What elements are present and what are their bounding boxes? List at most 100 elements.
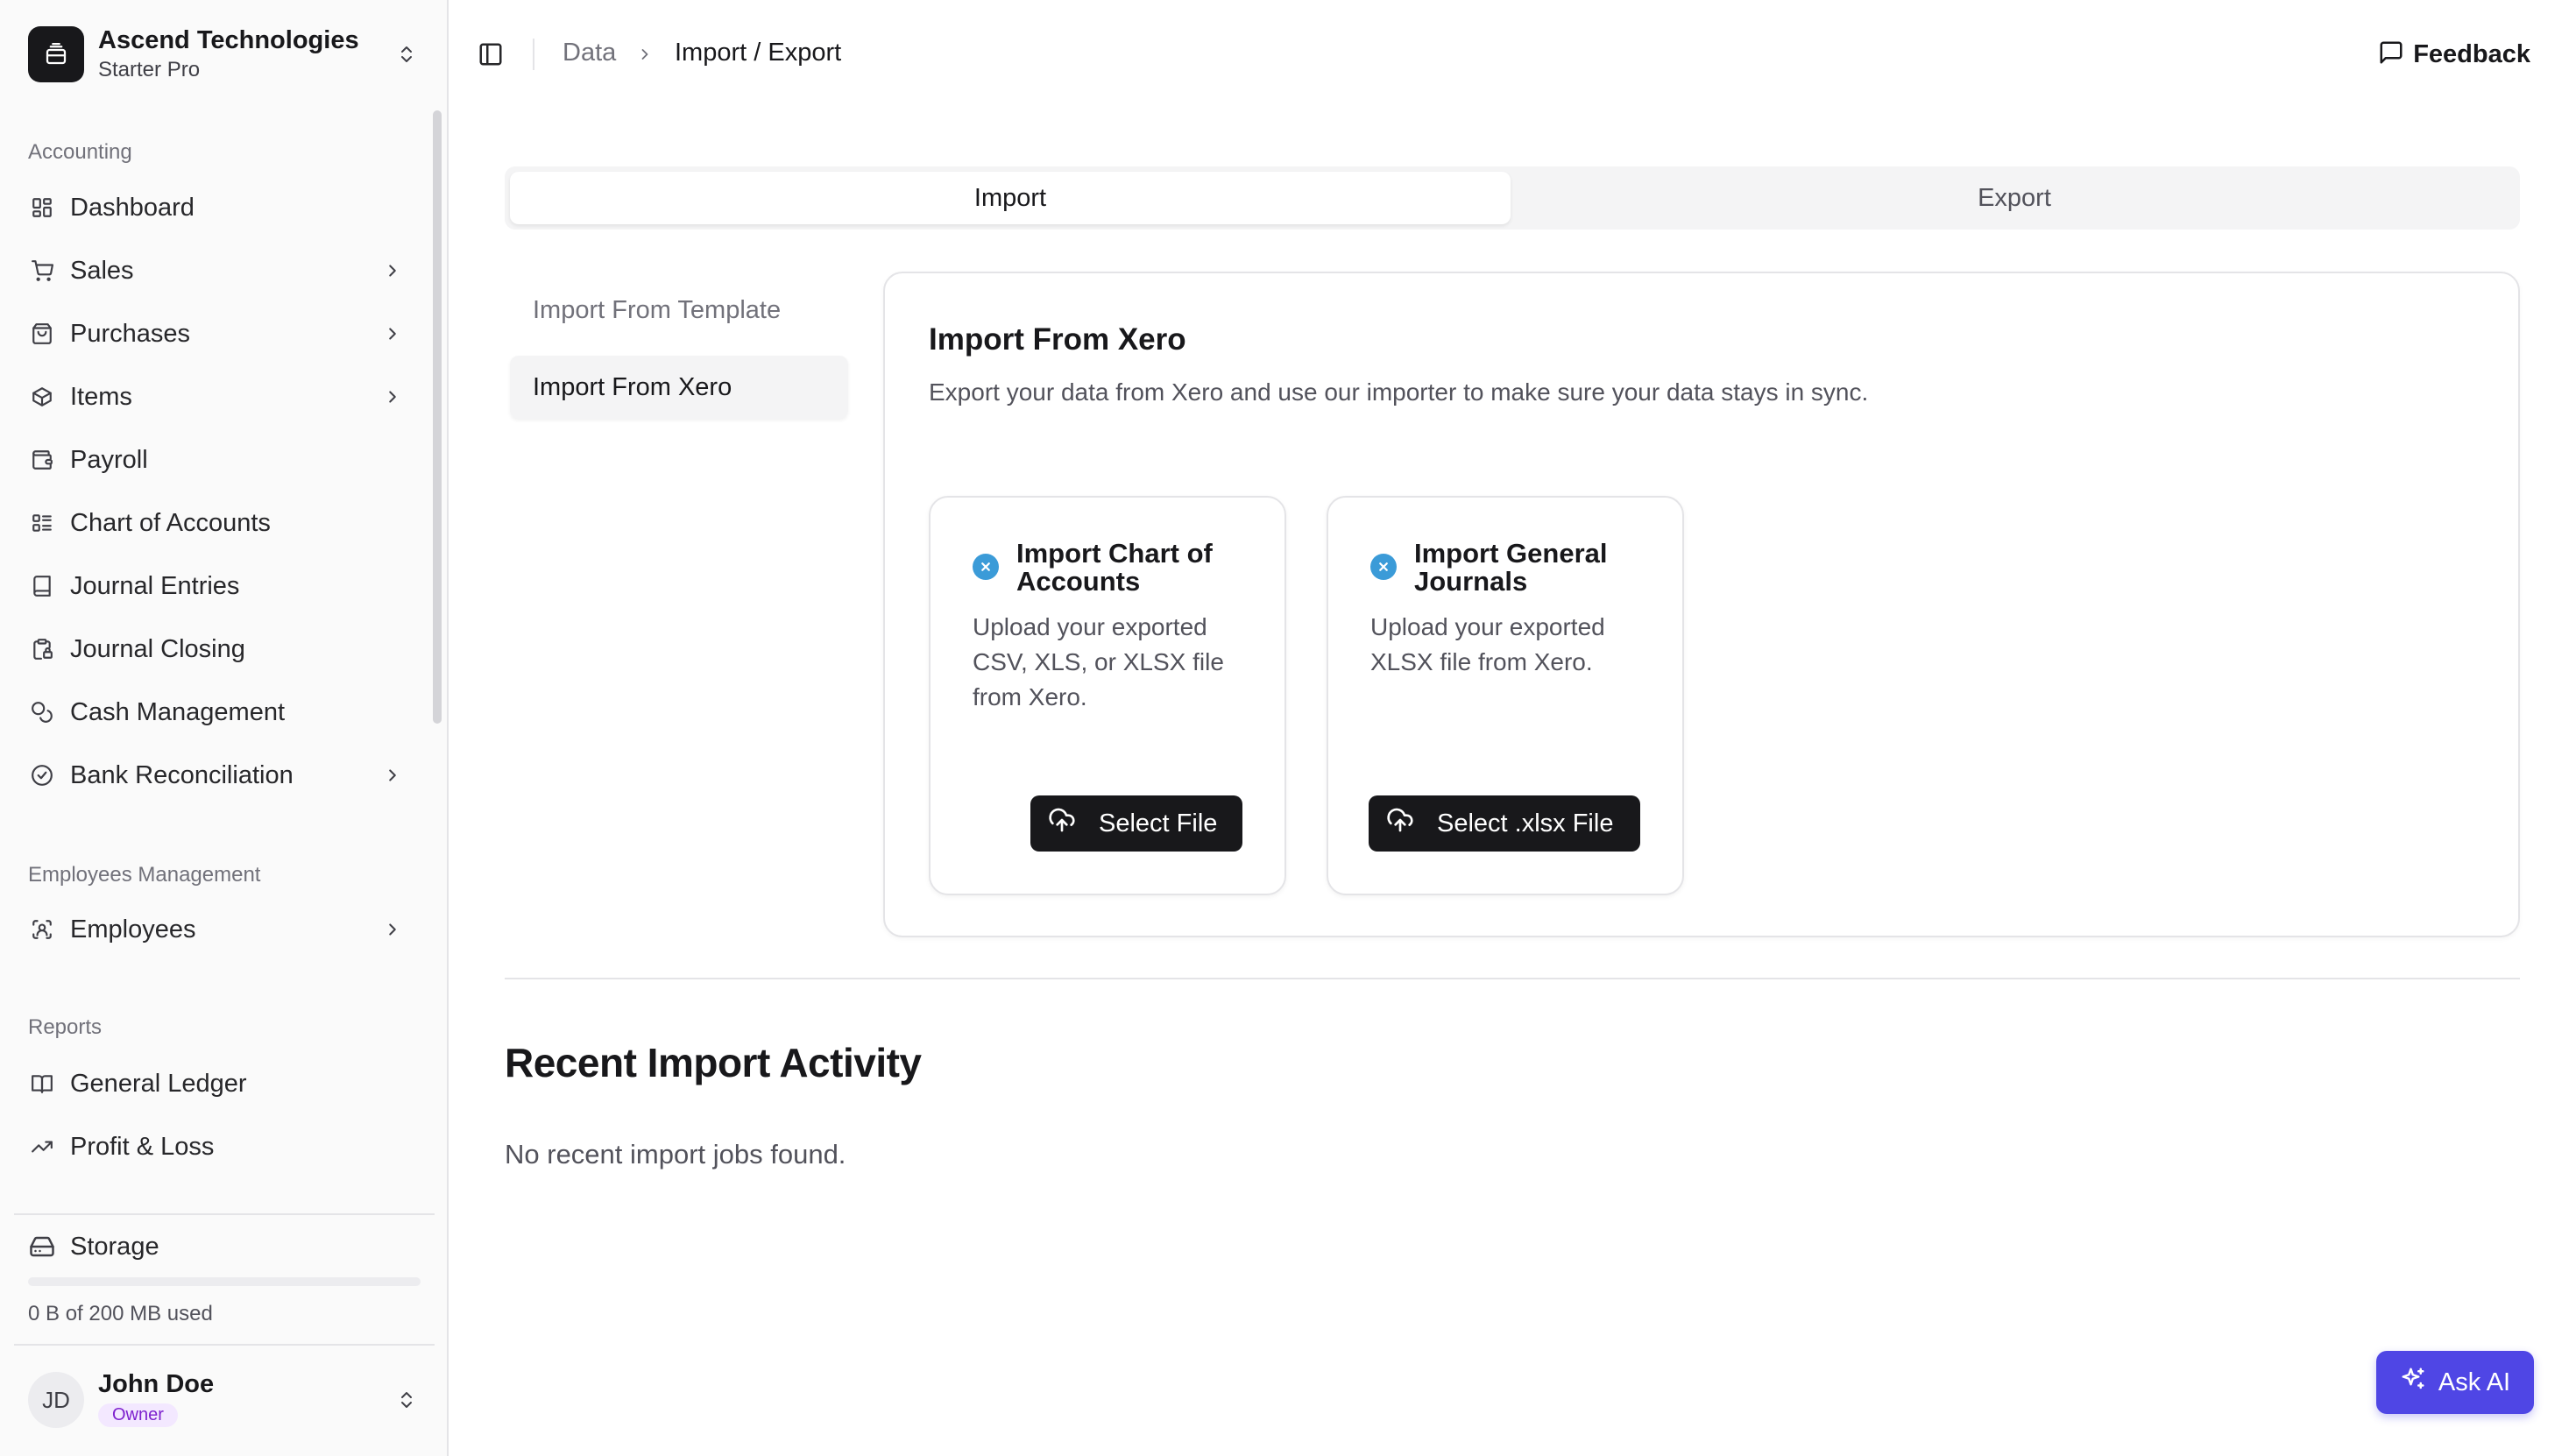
- card-title: Import General Journals: [1414, 538, 1608, 597]
- chevron-right-icon: [379, 257, 407, 285]
- select-file-button[interactable]: Select File: [1030, 795, 1242, 852]
- divider: [14, 1213, 435, 1215]
- sidebar-item-label: Items: [70, 382, 132, 411]
- storage-label: Storage: [70, 1232, 159, 1261]
- xero-icon: [1370, 554, 1397, 580]
- storage-item[interactable]: Storage: [14, 1220, 414, 1273]
- card-description: Upload your exported CSV, XLS, or XLSX f…: [973, 613, 1224, 710]
- book-icon: [28, 572, 56, 600]
- section-label-employees-management: Employees Management: [28, 863, 261, 887]
- coins-icon: [28, 698, 56, 726]
- sidebar-item-cash-management[interactable]: Cash Management: [14, 686, 414, 739]
- sidebar-item-label: General Ledger: [70, 1069, 247, 1098]
- sidebar-item-general-ledger[interactable]: General Ledger: [14, 1057, 414, 1110]
- dashboard-icon: [28, 194, 56, 222]
- tab-export[interactable]: Export: [1514, 172, 2515, 224]
- sidebar-item-chart-of-accounts[interactable]: Chart of Accounts: [14, 497, 414, 549]
- subnav-import-from-template[interactable]: Import From Template: [510, 279, 848, 342]
- wallet-icon: [28, 446, 56, 474]
- recent-empty-state: No recent import jobs found.: [505, 1139, 846, 1170]
- sidebar: Ascend Technologies Starter Pro Accounti…: [0, 0, 449, 1456]
- sidebar-item-label: Chart of Accounts: [70, 508, 271, 537]
- sidebar-item-label: Journal Entries: [70, 571, 240, 600]
- package-icon: [28, 383, 56, 411]
- sidebar-item-label: Journal Closing: [70, 634, 245, 663]
- panel-description: Export your data from Xero and use our i…: [929, 378, 1869, 406]
- chevron-right-icon: [379, 915, 407, 944]
- sidebar-item-employees[interactable]: Employees: [14, 903, 414, 956]
- section-label-accounting: Accounting: [28, 140, 132, 164]
- card-description: Upload your exported XLSX file from Xero…: [1370, 613, 1605, 675]
- sidebar-item-label: Dashboard: [70, 193, 195, 222]
- sidebar-toggle-icon[interactable]: [475, 39, 506, 70]
- card-title: Import Chart of Accounts: [1016, 538, 1213, 597]
- import-export-tabs: Import Export: [505, 166, 2520, 230]
- divider: [14, 1344, 435, 1346]
- user-menu[interactable]: JD John Doe Owner: [28, 1370, 421, 1430]
- sidebar-item-purchases[interactable]: Purchases: [14, 307, 414, 360]
- sidebar-item-label: Bank Reconciliation: [70, 760, 294, 789]
- cart-icon: [28, 257, 56, 285]
- chevron-right-icon: [379, 320, 407, 348]
- sidebar-item-sales[interactable]: Sales: [14, 244, 414, 297]
- import-chart-of-accounts-card: Import Chart of Accounts Upload your exp…: [929, 496, 1286, 895]
- user-name: John Doe: [98, 1370, 215, 1398]
- select-xlsx-file-button[interactable]: Select .xlsx File: [1369, 795, 1640, 852]
- panel-title: Import From Xero: [929, 322, 1186, 357]
- subnav-import-from-xero[interactable]: Import From Xero: [510, 356, 848, 419]
- storage-progress-bar: [28, 1277, 421, 1286]
- import-general-journals-card: Import General Journals Upload your expo…: [1327, 496, 1684, 895]
- breadcrumb-item-data[interactable]: Data: [563, 39, 616, 67]
- sidebar-item-items[interactable]: Items: [14, 371, 414, 423]
- ask-ai-button[interactable]: Ask AI: [2376, 1351, 2534, 1414]
- sparkles-icon: [2400, 1366, 2426, 1399]
- select-xlsx-file-label: Select .xlsx File: [1437, 809, 1614, 838]
- sidebar-item-label: Sales: [70, 256, 134, 285]
- sidebar-item-label: Payroll: [70, 445, 148, 474]
- cloud-upload-icon: [1048, 806, 1076, 841]
- org-plan: Starter Pro: [98, 58, 201, 81]
- hard-drive-icon: [28, 1233, 56, 1261]
- shopping-bag-icon: [28, 320, 56, 348]
- ledger-icon: [28, 1070, 56, 1098]
- sidebar-scrollbar[interactable]: [433, 110, 442, 724]
- sidebar-item-label: Cash Management: [70, 697, 286, 726]
- sidebar-item-bank-reconciliation[interactable]: Bank Reconciliation: [14, 749, 414, 802]
- trending-up-icon: [28, 1133, 56, 1161]
- chevron-right-icon: [379, 383, 407, 411]
- scan-user-icon: [28, 915, 56, 944]
- recent-import-activity-heading: Recent Import Activity: [505, 1040, 922, 1085]
- sidebar-item-label: Purchases: [70, 319, 191, 348]
- sidebar-item-journal-entries[interactable]: Journal Entries: [14, 560, 414, 612]
- header-divider: [533, 39, 534, 70]
- org-switcher[interactable]: Ascend Technologies Starter Pro: [28, 25, 421, 84]
- chevrons-up-down-icon[interactable]: [393, 40, 421, 68]
- avatar: JD: [28, 1372, 84, 1428]
- user-role-badge: Owner: [98, 1403, 178, 1427]
- list-icon: [28, 509, 56, 537]
- top-header: Data Import / Export Feedback: [449, 0, 2576, 109]
- import-from-xero-panel: Import From Xero Export your data from X…: [883, 272, 2520, 937]
- sidebar-item-label: Employees: [70, 915, 196, 944]
- feedback-button[interactable]: Feedback: [2378, 35, 2530, 74]
- org-name: Ascend Technologies: [98, 26, 359, 54]
- feedback-label: Feedback: [2413, 39, 2530, 68]
- tab-import[interactable]: Import: [510, 172, 1511, 224]
- sidebar-item-profit-loss[interactable]: Profit & Loss: [14, 1120, 414, 1173]
- sidebar-item-payroll[interactable]: Payroll: [14, 434, 414, 486]
- select-file-label: Select File: [1099, 809, 1218, 838]
- org-logo-icon: [28, 26, 84, 82]
- section-label-reports: Reports: [28, 1015, 103, 1039]
- breadcrumb-item-current: Import / Export: [675, 39, 842, 67]
- chevron-right-icon: [379, 761, 407, 789]
- sidebar-item-label: Profit & Loss: [70, 1132, 215, 1161]
- ask-ai-label: Ask AI: [2438, 1368, 2511, 1396]
- cloud-upload-icon: [1386, 806, 1414, 841]
- storage-used-text: 0 B of 200 MB used: [28, 1302, 213, 1325]
- chevron-right-icon: [633, 42, 657, 67]
- clipboard-lock-icon: [28, 635, 56, 663]
- message-square-icon: [2378, 39, 2404, 70]
- sidebar-item-dashboard[interactable]: Dashboard: [14, 181, 414, 234]
- chevrons-up-down-icon[interactable]: [393, 1386, 421, 1414]
- sidebar-item-journal-closing[interactable]: Journal Closing: [14, 623, 414, 675]
